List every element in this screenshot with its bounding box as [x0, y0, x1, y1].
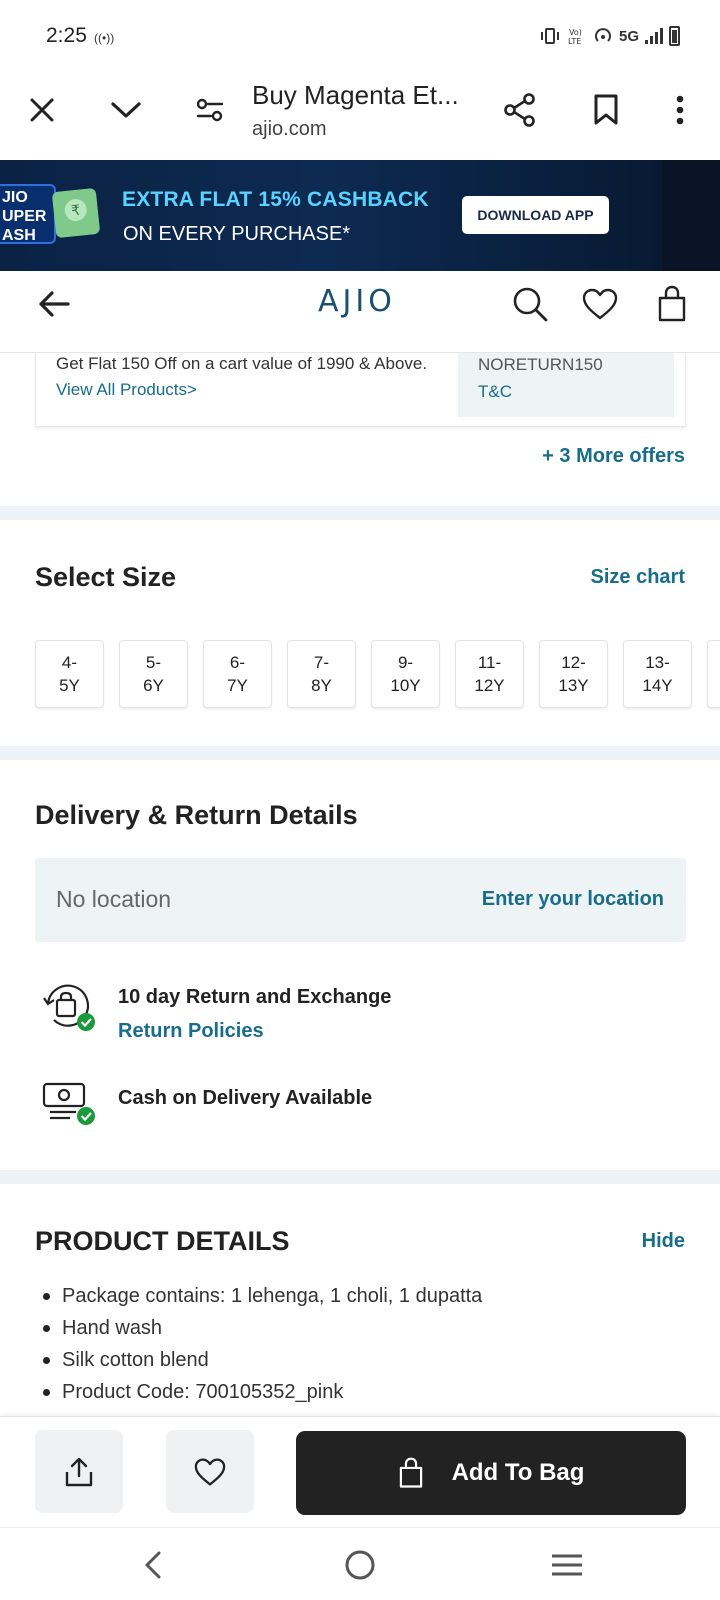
size-option[interactable]: 11- 12Y	[455, 640, 524, 708]
svg-text:LTE: LTE	[568, 37, 581, 46]
size-label: 12- 13Y	[558, 653, 589, 695]
promo-banner-edge	[662, 160, 720, 271]
chevron-down-icon[interactable]	[102, 86, 150, 134]
add-to-bag-label: Add To Bag	[451, 1459, 585, 1486]
download-app-button[interactable]: DOWNLOAD APP	[462, 196, 609, 234]
wishlist-button[interactable]	[166, 1430, 254, 1513]
return-policies-link[interactable]: Return Policies	[118, 1020, 264, 1043]
size-option[interactable]: 9- 10Y	[371, 640, 440, 708]
signal-icon	[645, 28, 663, 44]
nav-home-icon[interactable]	[335, 1540, 385, 1590]
close-icon[interactable]	[18, 86, 66, 134]
location-status: No location	[56, 886, 172, 912]
list-item: Hand wash	[42, 1312, 482, 1344]
return-exchange-text: 10 day Return and Exchange	[118, 986, 392, 1008]
coupon-code: NORETURN150	[478, 355, 603, 374]
section-divider	[0, 746, 720, 760]
hotspot-icon: ((•))	[94, 31, 115, 45]
volte-icon: Vo)LTE	[568, 28, 582, 46]
back-arrow-icon[interactable]	[32, 282, 76, 326]
size-label: 5- 6Y	[143, 653, 164, 695]
vibrate-icon	[540, 28, 559, 44]
delivery-title: Delivery & Return Details	[35, 800, 358, 830]
view-all-products-link[interactable]: View All Products>	[56, 380, 197, 399]
return-exchange-icon	[43, 984, 95, 1031]
wishlist-heart-icon	[194, 1458, 226, 1485]
heart-icon[interactable]	[578, 282, 622, 326]
list-item: Product Code: 700105352_pink	[42, 1376, 482, 1408]
site-settings-icon[interactable]	[186, 86, 234, 134]
offer-text: Get Flat 150 Off on a cart value of 1990…	[56, 354, 428, 373]
status-icons: Vo) LTE 5G	[539, 26, 680, 46]
hide-details-link[interactable]: Hide	[642, 1230, 685, 1253]
ajio-logo[interactable]: AJIO	[318, 284, 396, 319]
cod-text: Cash on Delivery Available	[118, 1087, 373, 1109]
size-option[interactable]: 4- 5Y	[35, 640, 104, 708]
size-label: 4- 5Y	[59, 653, 80, 695]
network-type: 5G	[618, 27, 639, 45]
terms-link[interactable]: T&C	[478, 382, 512, 402]
nav-recents-icon[interactable]	[542, 1540, 592, 1590]
search-icon[interactable]	[508, 282, 552, 326]
hotspot-icon	[595, 28, 611, 42]
share-button[interactable]	[35, 1430, 123, 1513]
size-option[interactable]: 5- 6Y	[119, 640, 188, 708]
list-item: Package contains: 1 lehenga, 1 choli, 1 …	[42, 1280, 482, 1312]
add-to-bag-button[interactable]: Add To Bag	[296, 1431, 686, 1515]
promo-headline: EXTRA FLAT 15% CASHBACK	[122, 188, 429, 211]
bag-icon	[399, 1457, 422, 1488]
size-options: 4- 5Y 5- 6Y 6- 7Y 7- 8Y 9- 10Y 11- 12Y 12- 13Y …	[35, 640, 720, 708]
product-details-list: Package contains: 1 lehenga, 1 choli, 1 …	[42, 1280, 482, 1408]
cash-note-icon	[51, 187, 101, 239]
status-time: 2:25	[46, 24, 87, 47]
bookmark-icon[interactable]	[582, 86, 630, 134]
size-option[interactable]: 13- 14Y	[623, 640, 692, 708]
product-details-title: PRODUCT DETAILS	[35, 1226, 290, 1256]
more-icon[interactable]	[656, 86, 704, 134]
size-option[interactable]: 12- 13Y	[539, 640, 608, 708]
size-chart-link[interactable]: Size chart	[591, 566, 685, 589]
section-divider	[0, 506, 720, 520]
size-label: 13- 14Y	[642, 653, 673, 695]
svg-text:Vo): Vo)	[569, 28, 582, 37]
size-option[interactable]: 7- 8Y	[287, 640, 356, 708]
share-upload-icon	[65, 1457, 93, 1486]
ajio-supercash-logo: JIO UPER ASH	[0, 184, 56, 244]
bag-icon[interactable]	[650, 282, 694, 326]
more-offers-link[interactable]: + 3 More offers	[542, 445, 685, 468]
select-size-title: Select Size	[35, 562, 177, 592]
size-label: 7- 8Y	[311, 653, 332, 695]
share-icon[interactable]	[496, 86, 544, 134]
nav-back-icon[interactable]	[128, 1540, 178, 1590]
size-label: 11- 12Y	[474, 653, 505, 695]
list-item: Silk cotton blend	[42, 1344, 482, 1376]
page-url[interactable]: ajio.com	[252, 118, 326, 141]
status-bar: 2:25 ((•)) Vo) LTE 5G	[0, 0, 720, 72]
cash-on-delivery-icon	[42, 1082, 95, 1125]
battery-icon	[669, 26, 680, 46]
offer-description: Get Flat 150 Off on a cart value of 1990…	[56, 351, 436, 403]
size-label: 6- 7Y	[227, 653, 248, 695]
promo-subline: ON EVERY PURCHASE*	[123, 223, 351, 245]
size-label: 9- 10Y	[390, 653, 421, 695]
page-title: Buy Magenta Et...	[252, 80, 459, 110]
section-divider	[0, 1170, 720, 1184]
size-option-partial[interactable]	[707, 640, 720, 708]
enter-location-link[interactable]: Enter your location	[482, 888, 664, 911]
promo-banner[interactable]: JIO UPER ASH	[0, 160, 720, 271]
size-option[interactable]: 6- 7Y	[203, 640, 272, 708]
